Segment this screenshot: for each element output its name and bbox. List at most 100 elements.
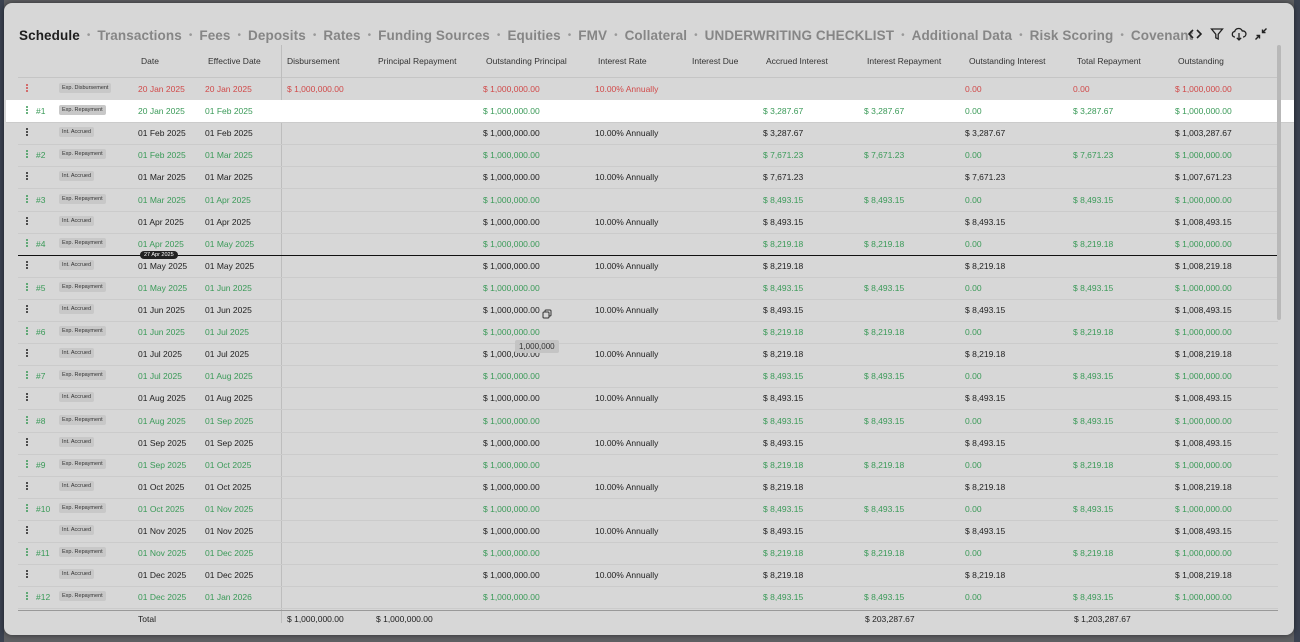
table-row[interactable]: Int. Accrued 01 Sep 2025 01 Sep 2025 $ 1,00… bbox=[18, 432, 1278, 455]
table-row[interactable]: Int. Accrued 01 Apr 2025 01 Apr 2025 $ 1,00… bbox=[18, 211, 1278, 234]
row-menu-icon[interactable] bbox=[23, 171, 31, 183]
cell-outstanding-principal: $ 1,000,000.00 bbox=[483, 526, 540, 536]
row-menu-icon[interactable] bbox=[23, 149, 31, 161]
row-menu-icon[interactable] bbox=[23, 326, 31, 338]
row-menu-icon[interactable] bbox=[23, 437, 31, 449]
row-menu-icon[interactable] bbox=[23, 459, 31, 471]
tab-additional-data[interactable]: Additional Data bbox=[912, 28, 1013, 43]
column-header-outstanding[interactable]: Outstanding bbox=[1178, 56, 1224, 66]
table-row[interactable]: #1 Exp. Repayment 20 Jan 2025 01 Feb 2025 $ … bbox=[6, 100, 1294, 124]
row-type-badge: Exp. Repayment bbox=[59, 502, 106, 513]
table-row[interactable]: #7 Exp. Repayment 01 Jul 2025 01 Aug 2025 $ … bbox=[18, 365, 1278, 389]
tab-fmv[interactable]: FMV bbox=[578, 28, 607, 43]
table-row[interactable]: Int. Accrued 01 Feb 2025 01 Feb 2025 $ 1,00… bbox=[18, 122, 1278, 146]
filter-icon[interactable] bbox=[1208, 25, 1226, 43]
cell-effective-date: 01 May 2025 bbox=[205, 260, 255, 271]
row-menu-icon[interactable] bbox=[23, 127, 31, 139]
vertical-scrollbar[interactable] bbox=[1277, 45, 1281, 320]
cell-outstanding: $ 1,000,000.00 bbox=[1175, 194, 1232, 205]
table-row[interactable]: #10 Exp. Repayment 01 Oct 2025 01 Nov 2025 $… bbox=[18, 498, 1278, 521]
table-row[interactable]: #6 Exp. Repayment 01 Jun 2025 01 Jul 2025 $ … bbox=[18, 321, 1278, 345]
column-header-effective-date[interactable]: Effective Date bbox=[208, 56, 261, 66]
column-header-outstanding-principal[interactable]: Outstanding Principal bbox=[486, 56, 567, 66]
tab-funding-sources[interactable]: Funding Sources bbox=[378, 28, 490, 43]
column-header-interest-repayment[interactable]: Interest Repayment bbox=[867, 56, 941, 66]
table-row[interactable]: Int. Accrued 01 Nov 2025 01 Nov 2025 $ 1,00… bbox=[18, 520, 1278, 543]
row-type-badge: Int. Accrued bbox=[59, 304, 95, 314]
cell-accrued-interest: $ 8,493.15 bbox=[763, 216, 804, 227]
column-header-disbursement[interactable]: Disbursement bbox=[287, 56, 339, 66]
table-header: Date Effective Date Disbursement Princip… bbox=[18, 45, 1278, 78]
row-menu-icon[interactable] bbox=[23, 83, 31, 95]
cell-accrued-interest: $ 8,493.15 bbox=[763, 415, 804, 426]
cell-interest-rate: 10.00% Annually bbox=[595, 570, 659, 581]
row-menu-icon[interactable] bbox=[23, 282, 31, 294]
tab-underwriting-checklist[interactable]: UNDERWRITING CHECKLIST bbox=[705, 28, 894, 43]
row-menu-icon[interactable] bbox=[23, 569, 31, 581]
table-row[interactable]: Int. Accrued 01 May 2025 01 May 2025 $ 1,00… bbox=[18, 255, 1278, 278]
table-row[interactable]: #8 Exp. Repayment 01 Aug 2025 01 Sep 2025 $ … bbox=[18, 410, 1278, 433]
cell-date: 01 Nov 2025 bbox=[138, 526, 187, 536]
copy-icon[interactable] bbox=[542, 306, 552, 319]
row-menu-icon[interactable] bbox=[23, 415, 31, 427]
table-row[interactable]: #2 Exp. Repayment 01 Feb 2025 01 Mar 2025 $ … bbox=[18, 144, 1278, 168]
table-row[interactable]: #12 Exp. Repayment 01 Dec 2025 01 Jan 2026 $… bbox=[18, 586, 1278, 610]
table-row[interactable]: #11 Exp. Repayment 01 Nov 2025 01 Dec 2025 $… bbox=[18, 542, 1278, 566]
code-icon[interactable] bbox=[1186, 25, 1204, 43]
table-row[interactable]: #4 Exp. Repayment 01 Apr 2025 01 May 2025 $ … bbox=[18, 233, 1278, 256]
table-row[interactable]: Int. Accrued 01 Dec 2025 01 Dec 2025 $ 1,00… bbox=[18, 564, 1278, 588]
cloud-download-icon[interactable] bbox=[1230, 25, 1248, 43]
row-menu-icon[interactable] bbox=[23, 525, 31, 537]
row-menu-icon[interactable] bbox=[23, 238, 31, 250]
cell-accrued-interest: $ 8,493.15 bbox=[763, 305, 804, 315]
table-row[interactable]: Int. Accrued 01 Oct 2025 01 Oct 2025 $ 1,00… bbox=[18, 476, 1278, 499]
column-header-principal-repayment[interactable]: Principal Repayment bbox=[378, 56, 456, 66]
tab-collateral[interactable]: Collateral bbox=[625, 28, 688, 43]
tab-deposits[interactable]: Deposits bbox=[248, 28, 306, 43]
cell-outstanding-principal: $ 1,000,000.00 bbox=[483, 194, 540, 205]
row-menu-icon[interactable] bbox=[23, 194, 31, 206]
row-menu-icon[interactable] bbox=[23, 503, 31, 515]
table-row[interactable]: #3 Exp. Repayment 01 Mar 2025 01 Apr 2025 $ … bbox=[18, 189, 1278, 212]
cell-total-repayment: $ 8,219.18 bbox=[1073, 238, 1114, 249]
cell-outstanding: $ 1,008,493.15 bbox=[1175, 305, 1232, 315]
tab-fees[interactable]: Fees bbox=[199, 28, 230, 43]
tab-schedule[interactable]: Schedule bbox=[19, 28, 80, 43]
column-header-accrued-interest[interactable]: Accrued Interest bbox=[766, 56, 828, 66]
table-row[interactable]: #9 Exp. Repayment 01 Sep 2025 01 Oct 2025 $ … bbox=[18, 454, 1278, 477]
tab-transactions[interactable]: Transactions bbox=[97, 28, 181, 43]
table-row[interactable]: Int. Accrued 01 Jun 2025 01 Jun 2025 $ 1,00… bbox=[18, 299, 1278, 322]
column-header-outstanding-interest[interactable]: Outstanding Interest bbox=[969, 56, 1046, 66]
row-menu-icon[interactable] bbox=[23, 547, 31, 559]
collapse-icon[interactable] bbox=[1252, 25, 1270, 43]
cell-outstanding-principal: $ 1,000,000.00 bbox=[483, 503, 540, 514]
row-menu-icon[interactable] bbox=[23, 260, 31, 272]
column-header-date[interactable]: Date bbox=[141, 56, 159, 66]
row-menu-icon[interactable] bbox=[23, 392, 31, 404]
column-header-interest-rate[interactable]: Interest Rate bbox=[598, 56, 647, 66]
tab-risk-scoring[interactable]: Risk Scoring bbox=[1030, 28, 1114, 43]
tab-equities[interactable]: Equities bbox=[507, 28, 560, 43]
row-menu-icon[interactable] bbox=[23, 105, 31, 117]
cell-effective-date: 20 Jan 2025 bbox=[205, 84, 252, 94]
cell-outstanding-principal: $ 1,000,000.00 bbox=[483, 84, 540, 94]
total-disbursement: $ 1,000,000.00 bbox=[287, 614, 344, 624]
cell-interest-repayment: $ 8,493.15 bbox=[864, 415, 905, 426]
row-menu-icon[interactable] bbox=[23, 481, 31, 493]
column-header-total-repayment[interactable]: Total Repayment bbox=[1077, 56, 1141, 66]
table-row[interactable]: Int. Accrued 01 Aug 2025 01 Aug 2025 $ 1,00… bbox=[18, 387, 1278, 411]
cell-effective-date: 01 Dec 2025 bbox=[205, 548, 254, 559]
table-row[interactable]: Exp. Disbursement 20 Jan 2025 20 Jan 2025 $… bbox=[18, 78, 1278, 101]
tab-rates[interactable]: Rates bbox=[323, 28, 360, 43]
column-header-interest-due[interactable]: Interest Due bbox=[692, 56, 738, 66]
table-row[interactable]: Int. Accrued 01 Mar 2025 01 Mar 2025 $ 1,00… bbox=[18, 166, 1278, 190]
tab-covenant[interactable]: Covenant bbox=[1131, 28, 1193, 43]
row-menu-icon[interactable] bbox=[23, 370, 31, 382]
row-menu-icon[interactable] bbox=[23, 216, 31, 228]
row-menu-icon[interactable] bbox=[23, 304, 31, 316]
cell-total-repayment: $ 8,219.18 bbox=[1073, 548, 1114, 559]
table-row[interactable]: #5 Exp. Repayment 01 May 2025 01 Jun 2025 $ … bbox=[18, 277, 1278, 300]
row-menu-icon[interactable] bbox=[23, 591, 31, 603]
row-menu-icon[interactable] bbox=[23, 348, 31, 360]
table-row[interactable]: Int. Accrued 01 Jul 2025 01 Jul 2025 $ 1,00… bbox=[18, 343, 1278, 367]
